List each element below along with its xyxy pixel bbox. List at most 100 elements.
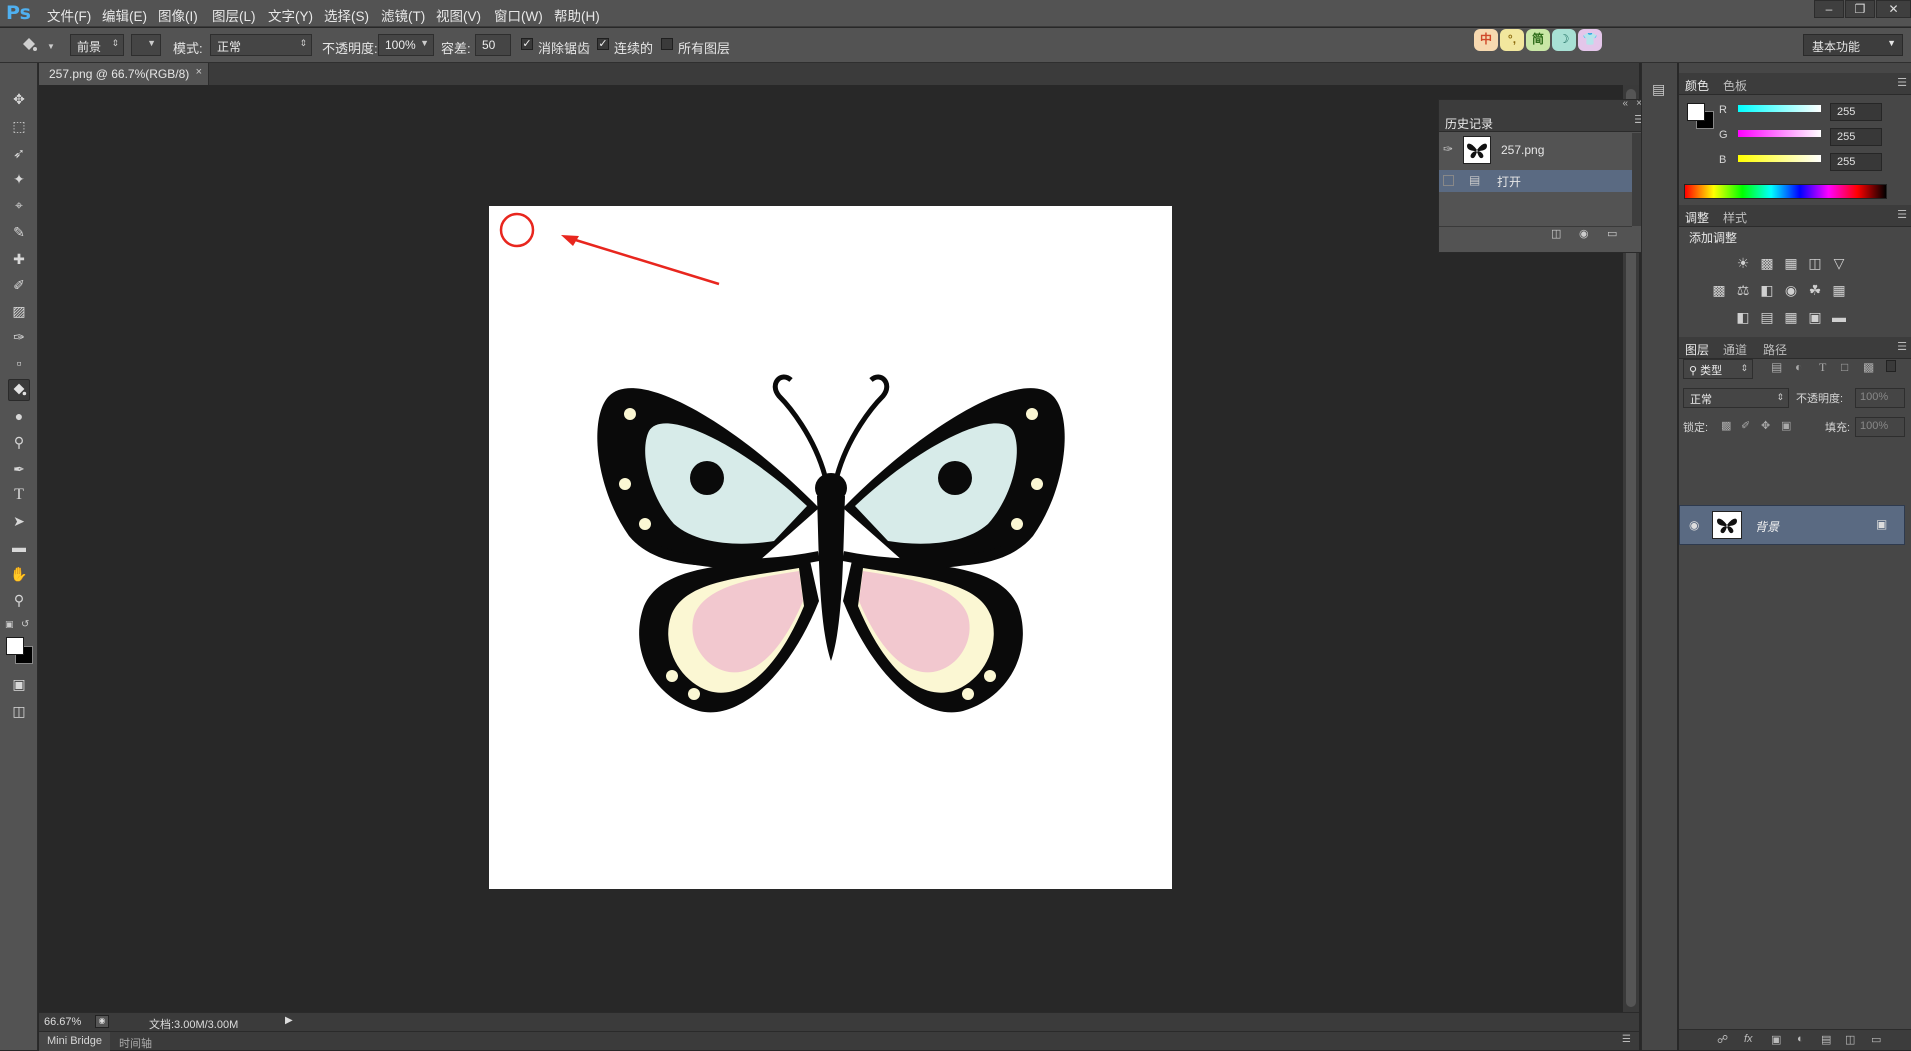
camera-icon[interactable]: ◉	[1579, 227, 1589, 240]
hue-saturation-icon[interactable]: ▩	[1709, 281, 1729, 299]
history-step-open[interactable]: ▤ 打开	[1439, 170, 1632, 192]
fill-input[interactable]: 100%	[1855, 417, 1905, 437]
channel-mixer-icon[interactable]: ☘	[1805, 281, 1825, 299]
tab-paths[interactable]: 路径	[1763, 341, 1787, 358]
contiguous-checkbox[interactable]: ✓	[597, 38, 609, 50]
status-export-icon[interactable]: ◉	[95, 1015, 109, 1028]
move-tool-icon[interactable]: ✥	[8, 88, 30, 110]
close-button[interactable]: ✕	[1876, 0, 1911, 18]
document-tab[interactable]: 257.png @ 66.7%(RGB/8) ×	[39, 63, 209, 85]
step-checkbox[interactable]	[1443, 175, 1454, 186]
mode-select[interactable]: 正常 ⇕	[210, 34, 312, 56]
restore-button[interactable]: ❐	[1845, 0, 1875, 18]
color-fg-swatch[interactable]	[1687, 103, 1705, 121]
antialias-checkbox[interactable]: ✓	[521, 38, 533, 50]
new-group-icon[interactable]: ▤	[1821, 1033, 1831, 1046]
selective-color-icon[interactable]: ▣	[1805, 308, 1825, 326]
layer-style-icon[interactable]: fx	[1744, 1033, 1753, 1045]
zoom-level[interactable]: 66.67%	[44, 1016, 81, 1028]
filter-smart-object-icon[interactable]: ▩	[1863, 360, 1874, 374]
workspace-select[interactable]: 基本功能 ▼	[1803, 34, 1903, 56]
rectangle-tool-icon[interactable]: ▬	[8, 536, 30, 558]
new-adjustment-icon[interactable]: ◐	[1797, 1033, 1804, 1045]
ime-chinese-icon[interactable]: 中	[1474, 29, 1498, 51]
tab-timeline[interactable]: 时间轴	[119, 1035, 152, 1051]
menu-file[interactable]: 文件(F)	[47, 5, 91, 25]
ime-halfwidth-icon[interactable]: ☽	[1552, 29, 1576, 51]
filter-toggle[interactable]	[1886, 360, 1896, 372]
color-balance-icon[interactable]: ⚖	[1733, 281, 1753, 299]
swap-colors-icon[interactable]: ↺	[21, 619, 29, 630]
pen-tool-icon[interactable]: ✒	[8, 458, 30, 480]
paint-bucket-preset-icon[interactable]	[18, 34, 40, 56]
dodge-tool-icon[interactable]: ⚲	[8, 431, 30, 453]
lasso-tool-icon[interactable]: ➶	[8, 142, 30, 164]
channel-b-slider[interactable]	[1738, 155, 1821, 162]
quick-mask-icon[interactable]: ▣	[8, 673, 30, 695]
channel-r-slider[interactable]	[1738, 105, 1821, 112]
history-snapshot[interactable]: ✑ 257.png	[1439, 133, 1632, 167]
history-brush-tool-icon[interactable]: ✑	[8, 326, 30, 348]
tab-layers[interactable]: 图层	[1685, 341, 1709, 358]
preset-dropdown-icon[interactable]: ▼	[47, 42, 55, 51]
ime-skin-icon[interactable]: 👕	[1578, 29, 1602, 51]
tab-color[interactable]: 颜色	[1685, 77, 1709, 94]
posterize-icon[interactable]: ▤	[1757, 308, 1777, 326]
add-mask-icon[interactable]: ▣	[1771, 1033, 1781, 1046]
black-white-icon[interactable]: ◧	[1757, 281, 1777, 299]
menu-help[interactable]: 帮助(H)	[554, 5, 600, 25]
trash-icon[interactable]: ▭	[1607, 227, 1617, 240]
ime-simplified-icon[interactable]: 简	[1526, 29, 1550, 51]
default-colors-icon[interactable]: ▣	[5, 619, 14, 630]
exposure-icon[interactable]: ◫	[1805, 254, 1825, 272]
clone-stamp-tool-icon[interactable]: ▨	[8, 300, 30, 322]
filter-pixel-icon[interactable]: ▤	[1771, 360, 1782, 374]
color-spectrum-bar[interactable]	[1684, 184, 1887, 199]
layer-filter-kind[interactable]: ⚲ 类型 ⇕	[1683, 359, 1753, 379]
menu-select[interactable]: 选择(S)	[324, 5, 369, 25]
delete-layer-icon[interactable]: ▭	[1871, 1033, 1881, 1046]
foreground-color-swatch[interactable]	[6, 637, 24, 655]
levels-icon[interactable]: ▩	[1757, 254, 1777, 272]
tab-styles[interactable]: 样式	[1723, 209, 1747, 226]
lock-position-icon[interactable]: ✥	[1761, 419, 1770, 432]
channel-r-input[interactable]: 255	[1830, 103, 1882, 121]
history-panel-icon[interactable]: ▤	[1652, 81, 1665, 98]
menu-edit[interactable]: 编辑(E)	[102, 5, 147, 25]
channel-g-input[interactable]: 255	[1830, 128, 1882, 146]
filter-shape-icon[interactable]: □	[1841, 360, 1848, 374]
zoom-tool-icon[interactable]: ⚲	[8, 589, 30, 611]
filter-adjustment-icon[interactable]: ◐	[1795, 360, 1802, 374]
type-tool-icon[interactable]: T	[8, 484, 30, 506]
curves-icon[interactable]: ▦	[1781, 254, 1801, 272]
filter-type-icon[interactable]: T	[1819, 360, 1826, 375]
vibrance-icon[interactable]: ▽	[1829, 254, 1849, 272]
screen-mode-icon[interactable]: ◫	[8, 700, 30, 722]
menu-window[interactable]: 窗口(W)	[494, 5, 543, 25]
panel-menu-icon[interactable]: ☰	[1897, 340, 1907, 353]
invert-icon[interactable]: ◧	[1733, 308, 1753, 326]
opacity-input[interactable]: 100% ▼	[378, 34, 434, 56]
fill-source-select[interactable]: 前景 ⇕	[70, 34, 124, 56]
history-brush-source-icon[interactable]: ✑	[1443, 142, 1453, 156]
lock-pixels-icon[interactable]: ✐	[1741, 419, 1750, 432]
eyedropper-tool-icon[interactable]: ✎	[8, 221, 30, 243]
layer-opacity-input[interactable]: 100%	[1855, 388, 1905, 408]
tab-history[interactable]: 历史记录	[1445, 115, 1493, 132]
panel-menu-icon[interactable]: ☰	[1897, 208, 1907, 221]
brush-tool-icon[interactable]: ✐	[8, 274, 30, 296]
panel-menu-icon[interactable]: ☰	[1622, 1034, 1631, 1045]
panel-menu-icon[interactable]: ☰	[1897, 76, 1907, 89]
blur-tool-icon[interactable]: ●	[8, 405, 30, 427]
link-layers-icon[interactable]: ☍	[1717, 1033, 1728, 1046]
menu-layer[interactable]: 图层(L)	[212, 5, 256, 25]
marquee-tool-icon[interactable]: ⬚	[8, 115, 30, 137]
hand-tool-icon[interactable]: ✋	[8, 563, 30, 585]
menu-type[interactable]: 文字(Y)	[268, 5, 313, 25]
crop-tool-icon[interactable]: ⌖	[8, 194, 30, 216]
brightness-icon[interactable]: ☀	[1733, 254, 1753, 272]
tab-adjustments[interactable]: 调整	[1685, 209, 1709, 226]
new-layer-icon[interactable]: ◫	[1845, 1033, 1855, 1046]
channel-g-slider[interactable]	[1738, 130, 1821, 137]
magic-wand-tool-icon[interactable]: ✦	[8, 168, 30, 190]
